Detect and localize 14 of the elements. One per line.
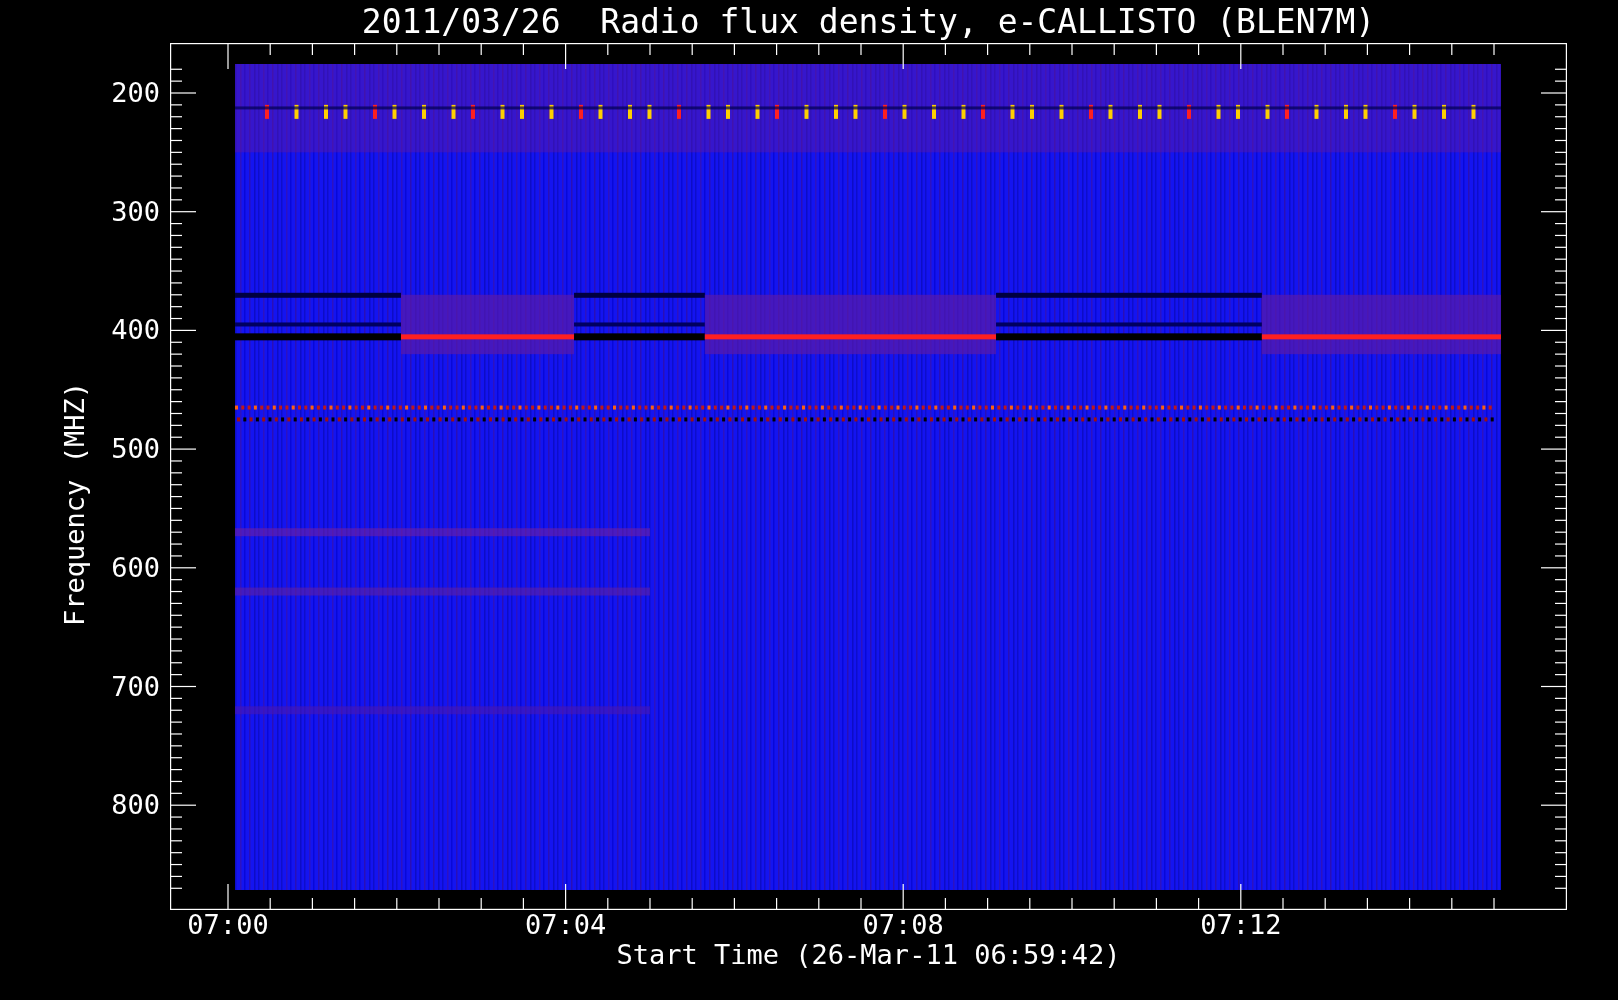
x-tick-label: 07:08 bbox=[861, 910, 945, 940]
x-tick-label: 07:04 bbox=[523, 910, 608, 940]
y-tick-label: 300 bbox=[111, 195, 160, 228]
x-tick-label: 07:00 bbox=[186, 910, 270, 940]
x-tick-label: 07:12 bbox=[1199, 910, 1283, 940]
y-tick-label: 700 bbox=[111, 670, 160, 703]
y-tick-label: 600 bbox=[111, 551, 160, 584]
y-tick-label: 200 bbox=[111, 77, 160, 109]
x-axis-label: Start Time (26-Mar-11 06:59:42) bbox=[615, 940, 1122, 970]
chart-title: 2011/03/26 Radio flux density, e-CALLISTO (BLEN7M) bbox=[360, 1, 1377, 43]
y-tick-label: 400 bbox=[111, 314, 160, 347]
y-axis-label: Frequency (MHZ) bbox=[60, 382, 90, 626]
y-tick-label: 800 bbox=[111, 789, 160, 822]
y-tick-label: 500 bbox=[111, 433, 160, 466]
